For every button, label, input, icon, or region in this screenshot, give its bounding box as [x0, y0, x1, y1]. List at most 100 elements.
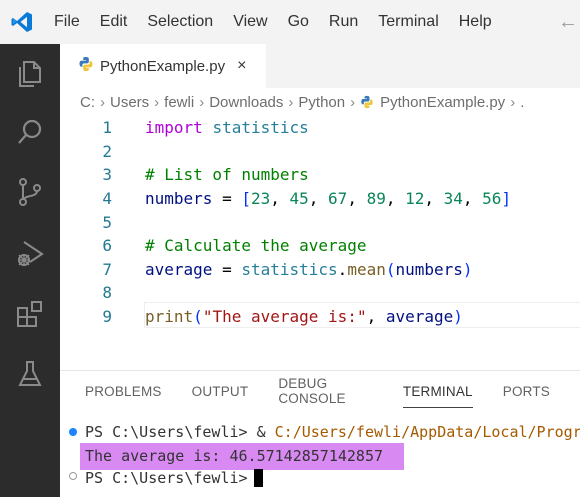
explorer-icon[interactable]: [14, 58, 46, 90]
code-token: 12: [405, 189, 425, 209]
code-token: =: [212, 189, 242, 209]
extensions-icon[interactable]: [14, 298, 46, 330]
breadcrumb-separator-icon: ›: [510, 93, 516, 111]
code-token: statistics: [212, 118, 309, 138]
line-number: 2: [102, 141, 112, 161]
terminal-prompt: PS C:\Users\fewli>: [85, 423, 257, 441]
panel-tab-debug-console[interactable]: DEBUG CONSOLE: [278, 376, 373, 406]
code-token: 45: [289, 189, 309, 209]
code-line: 1 import statistics: [60, 116, 580, 140]
line-number: 3: [102, 165, 112, 185]
code-line: 5: [60, 210, 580, 234]
code-line: 9 print("The average is:", average): [60, 305, 580, 329]
terminal-line-prompt: PS C:\Users\fewli>: [85, 467, 263, 489]
code-line: 4 numbers = [23, 45, 67, 89, 12, 34, 56]: [60, 187, 580, 211]
code-token: ,: [366, 307, 386, 327]
bottom-panel: PROBLEMS OUTPUT DEBUG CONSOLE TERMINAL PORTS…: [60, 370, 580, 497]
code-line: 3 # List of numbers: [60, 163, 580, 187]
menu-file[interactable]: File: [44, 0, 90, 44]
breadcrumb-symbol[interactable]: .: [520, 94, 524, 111]
code-text: numbers = [23, 45, 67, 89, 12, 34, 56]: [145, 189, 511, 208]
python-file-icon: [360, 95, 374, 109]
activity-bar: [0, 44, 60, 497]
tab-pythonexample[interactable]: PythonExample.py ×: [60, 44, 266, 88]
code-token: "The average is:": [202, 307, 367, 327]
code-text: # List of numbers: [145, 165, 309, 184]
command-success-dot-icon[interactable]: [69, 428, 77, 436]
line-number: 1: [102, 118, 112, 138]
panel-tabs: PROBLEMS OUTPUT DEBUG CONSOLE TERMINAL PORTS: [60, 371, 580, 411]
code-token: ,: [308, 189, 329, 209]
code-line: 7 average = statistics.mean(numbers): [60, 258, 580, 282]
run-debug-icon[interactable]: [14, 238, 46, 270]
code-token: ,: [424, 189, 444, 209]
code-token: ,: [270, 189, 290, 209]
menu-go[interactable]: Go: [278, 0, 319, 44]
menu-terminal[interactable]: Terminal: [368, 0, 448, 44]
breadcrumb-item[interactable]: C:: [80, 94, 95, 111]
code-line: 8: [60, 281, 580, 305]
python-file-icon: [78, 56, 94, 77]
code-token: .: [337, 259, 348, 279]
line-number: 7: [102, 259, 112, 279]
terminal-output: The average is: 46.57142857142857: [85, 447, 384, 465]
breadcrumb-item[interactable]: Downloads: [209, 94, 283, 111]
line-number: 5: [102, 212, 112, 232]
line-number: 4: [102, 189, 112, 209]
code-token: ]: [501, 189, 512, 209]
breadcrumb: C: › Users › fewli › Downloads › Python › PythonEx…: [60, 88, 580, 116]
code-token: ): [453, 307, 463, 327]
code-token: numbers: [395, 259, 463, 279]
code-line: 6 # Calculate the average: [60, 234, 580, 258]
code-token: 67: [328, 189, 348, 209]
code-token: # Calculate the average: [145, 236, 367, 256]
line-number: 6: [102, 236, 112, 256]
breadcrumb-separator-icon: ›: [154, 93, 160, 111]
menu-view[interactable]: View: [223, 0, 277, 44]
code-text: # Calculate the average: [145, 236, 367, 255]
code-token: 56: [482, 189, 502, 209]
menu-help[interactable]: Help: [449, 0, 502, 44]
menu-bar: File Edit Selection View Go Run Terminal Help ←: [0, 0, 580, 44]
command-pending-dot-icon: [69, 472, 77, 480]
vscode-logo-icon[interactable]: [0, 0, 44, 44]
menu-run[interactable]: Run: [319, 0, 368, 44]
code-text: print("The average is:", average): [145, 307, 463, 326]
panel-tab-terminal[interactable]: TERMINAL: [402, 384, 473, 408]
arrow-left-icon[interactable]: ←: [558, 0, 580, 44]
testing-icon[interactable]: [14, 358, 46, 390]
code-token: [: [241, 189, 251, 209]
code-token: 34: [443, 189, 463, 209]
breadcrumb-file[interactable]: PythonExample.py: [380, 94, 505, 111]
breadcrumb-separator-icon: ›: [199, 93, 205, 111]
code-token: ,: [385, 189, 406, 209]
editor-tab-bar: PythonExample.py ×: [60, 44, 580, 88]
terminal-amp: &: [256, 423, 275, 441]
code-editor[interactable]: 1 import statistics 2 3 # List of numbers 4 nu…: [60, 116, 580, 366]
panel-tab-problems[interactable]: PROBLEMS: [85, 384, 162, 399]
breadcrumb-item[interactable]: Python: [298, 94, 345, 111]
breadcrumb-item[interactable]: fewli: [164, 94, 194, 111]
terminal-line-output: The average is: 46.57142857142857: [85, 445, 383, 467]
code-token: numbers: [145, 189, 213, 209]
terminal-prompt-current: PS C:\Users\fewli>: [85, 469, 248, 487]
code-token: (: [193, 307, 203, 327]
source-control-icon[interactable]: [14, 176, 46, 208]
search-icon[interactable]: [14, 116, 46, 148]
panel-tab-output[interactable]: OUTPUT: [192, 384, 249, 399]
terminal-line-command: PS C:\Users\fewli> & C:/Users/fewli/AppD…: [85, 421, 580, 443]
code-token: ,: [347, 189, 367, 209]
breadcrumb-item[interactable]: Users: [110, 94, 149, 111]
menu-edit[interactable]: Edit: [90, 0, 138, 44]
menu-selection[interactable]: Selection: [137, 0, 223, 44]
tab-label: PythonExample.py: [100, 57, 226, 75]
line-number: 8: [102, 283, 112, 303]
panel-tab-ports[interactable]: PORTS: [503, 384, 550, 399]
close-icon[interactable]: ×: [237, 57, 246, 75]
breadcrumb-separator-icon: ›: [288, 93, 294, 111]
code-token: average: [385, 307, 454, 327]
terminal-cursor: [253, 469, 263, 487]
code-token: 89: [366, 189, 386, 209]
code-token: statistics: [241, 259, 338, 279]
